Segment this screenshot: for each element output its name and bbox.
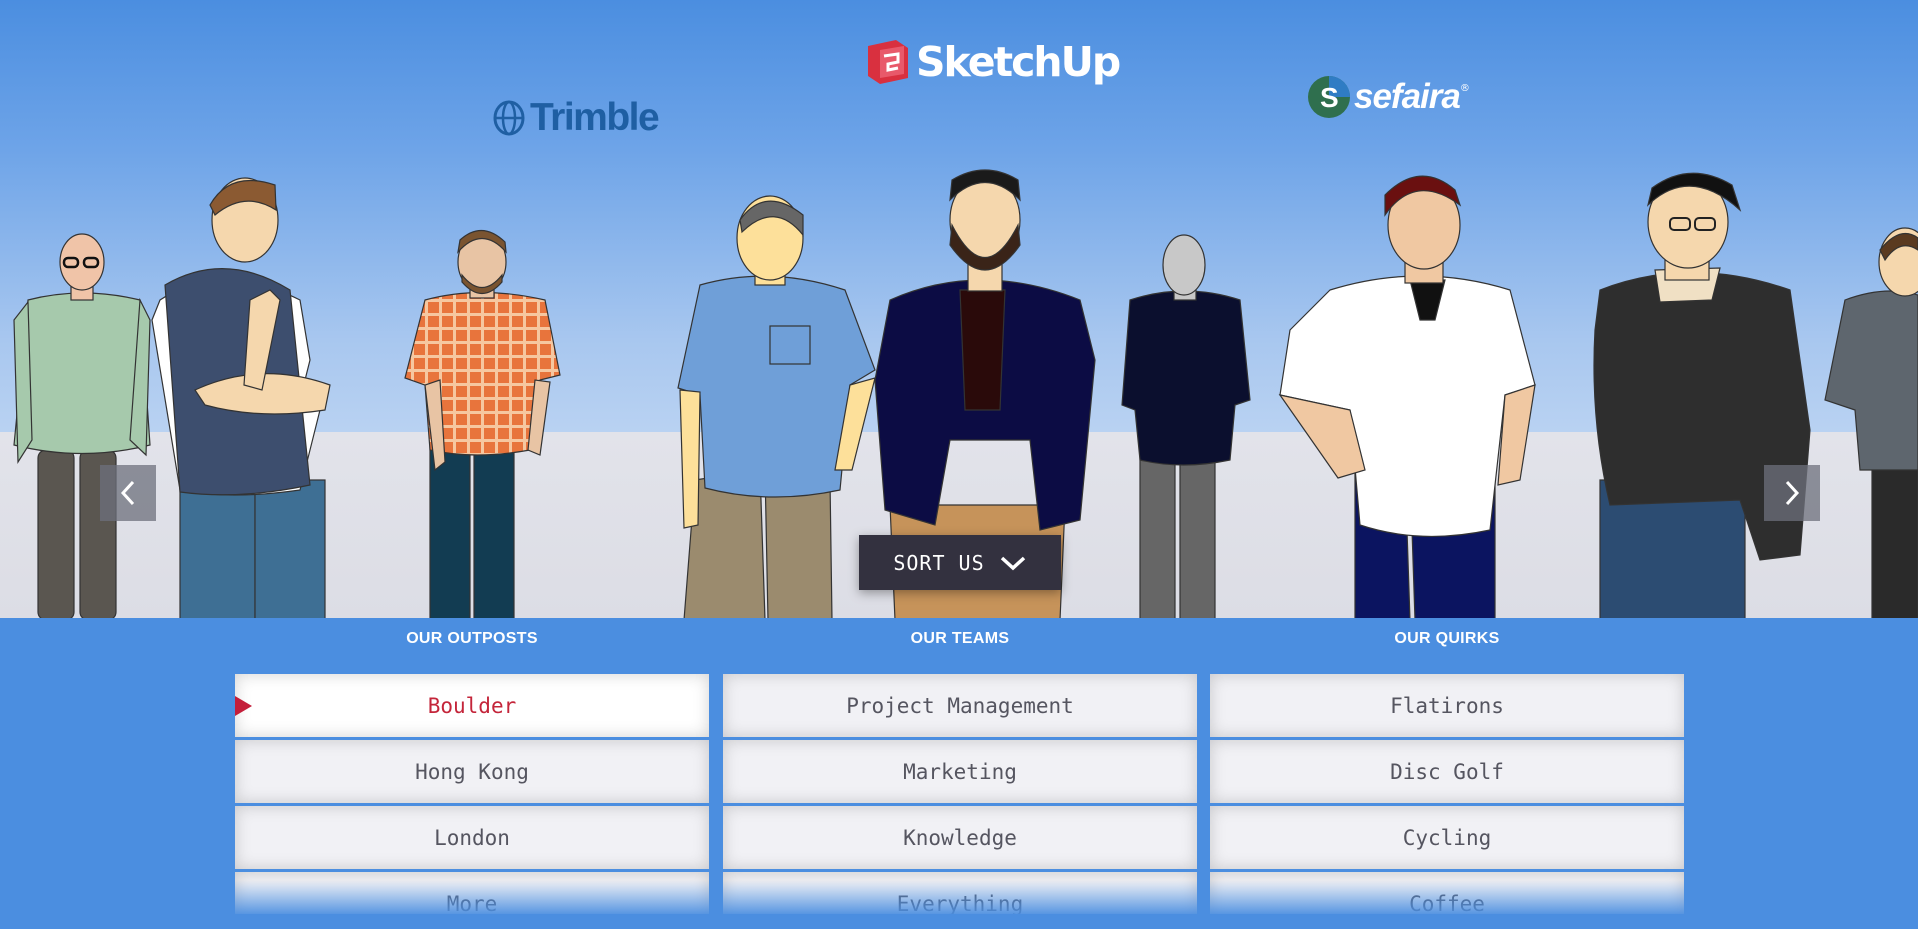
quirks-title: OUR QUIRKS [1394, 630, 1500, 647]
hero-banner: Trimble SketchUp S sefaira ® SORT US [0, 0, 1918, 618]
carousel-prev-button[interactable] [100, 465, 156, 521]
person-3 [404, 229, 561, 618]
teams-list[interactable]: Project Management Marketing Knowledge E… [723, 674, 1197, 914]
outpost-item-label: More [446, 891, 498, 915]
outpost-item-label: Boulder [427, 693, 517, 718]
team-item-label: Marketing [903, 759, 1017, 784]
quirk-item-disc-golf[interactable]: Disc Golf [1210, 740, 1684, 803]
outposts-title: OUR OUTPOSTS [406, 630, 538, 647]
person-9 [1824, 227, 1918, 618]
quirk-item-label: Disc Golf [1390, 759, 1504, 784]
person-7 [1278, 175, 1536, 618]
quirk-item-label: Flatirons [1390, 693, 1504, 718]
registered-mark: ® [1459, 82, 1470, 94]
person-6 [1121, 234, 1251, 618]
team-item-knowledge[interactable]: Knowledge [723, 806, 1197, 869]
quirk-item-label: Coffee [1409, 891, 1485, 915]
quirk-item-label: Cycling [1402, 825, 1492, 850]
team-item-label: Knowledge [903, 825, 1017, 850]
quirk-item-cycling[interactable]: Cycling [1210, 806, 1684, 869]
sketchup-cube-icon [868, 40, 908, 84]
chevron-left-icon [120, 480, 135, 506]
filter-panel: OUR OUTPOSTS Boulder Hong Kong London Mo… [0, 618, 1918, 929]
sort-us-button[interactable]: SORT US [859, 535, 1061, 590]
trimble-logo: Trimble [492, 96, 660, 140]
person-8 [1593, 172, 1811, 618]
trimble-globe-icon [493, 100, 525, 136]
person-2 [151, 177, 331, 618]
person-1 [13, 233, 151, 618]
quirks-list[interactable]: Flatirons Disc Golf Cycling Coffee [1210, 674, 1684, 914]
selected-pointer-icon [235, 696, 252, 716]
person-4 [677, 195, 876, 618]
chevron-down-icon [1000, 556, 1025, 570]
team-item-everything[interactable]: Everything [723, 872, 1197, 914]
outpost-item-label: Hong Kong [415, 759, 529, 784]
outpost-item-hong-kong[interactable]: Hong Kong [235, 740, 709, 803]
outpost-item-label: London [434, 825, 510, 850]
trimble-wordmark: Trimble [530, 96, 660, 139]
sketchup-wordmark: SketchUp [916, 38, 1121, 86]
outpost-item-london[interactable]: London [235, 806, 709, 869]
quirk-item-flatirons[interactable]: Flatirons [1210, 674, 1684, 737]
team-item-label: Everything [896, 891, 1024, 915]
outpost-item-boulder[interactable]: Boulder [235, 674, 709, 737]
sketchup-logo: SketchUp [864, 38, 1121, 86]
sefaira-logo: S sefaira ® [1306, 74, 1470, 120]
quirk-item-coffee[interactable]: Coffee [1210, 872, 1684, 914]
teams-title: OUR TEAMS [910, 630, 1010, 647]
team-item-label: Project Management [846, 693, 1074, 718]
outpost-item-more[interactable]: More [235, 872, 709, 914]
chevron-right-icon [1785, 480, 1800, 506]
sefaira-wordmark: sefaira [1354, 77, 1461, 116]
sefaira-circle-icon: S [1308, 76, 1350, 118]
team-item-project-management[interactable]: Project Management [723, 674, 1197, 737]
carousel-next-button[interactable] [1764, 465, 1820, 521]
outposts-list[interactable]: Boulder Hong Kong London More [235, 674, 709, 914]
team-item-marketing[interactable]: Marketing [723, 740, 1197, 803]
team-illustration [13, 169, 1918, 618]
svg-text:S: S [1320, 82, 1339, 113]
sort-us-label: SORT US [893, 550, 985, 575]
